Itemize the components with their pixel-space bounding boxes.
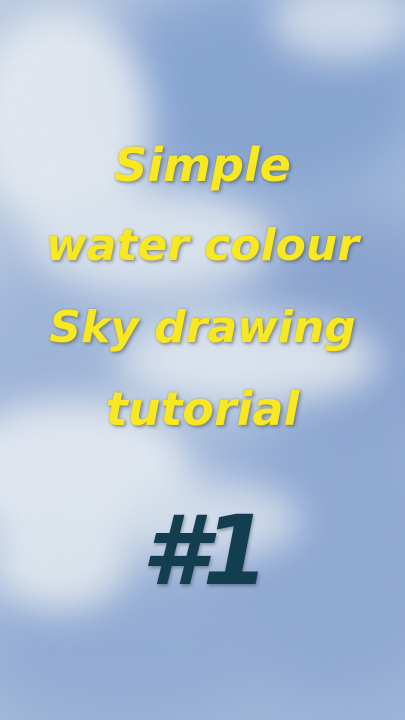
title-line-1: Simple [114,138,291,192]
episode-number: #1 [141,495,270,607]
watercolour-sky-scene: Simple water colour Sky drawing tutorial… [0,0,405,720]
title-line-4: tutorial [105,382,300,436]
title-line-2: water colour [46,220,359,271]
watercolour-sky-background [0,0,405,720]
title-line-3: Sky drawing [49,302,356,353]
